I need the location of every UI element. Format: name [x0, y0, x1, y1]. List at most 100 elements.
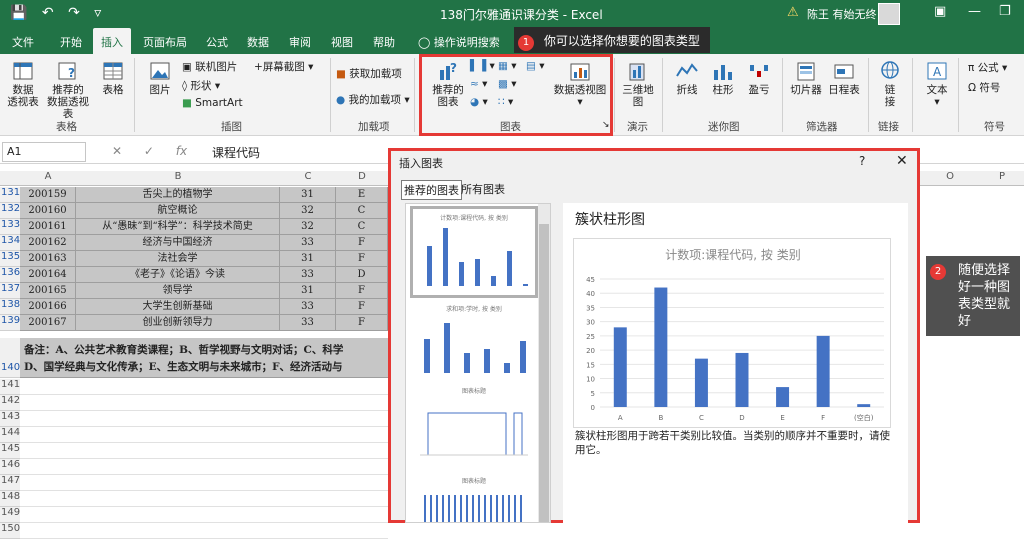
timeline-button[interactable]: 日程表	[826, 60, 862, 96]
cell-course-code[interactable]: 200165	[20, 283, 76, 299]
cell-course-name[interactable]: 创业创新领导力	[76, 315, 280, 331]
formula-input[interactable]: 课程代码	[212, 144, 260, 161]
cell-category[interactable]: C	[336, 219, 388, 235]
row-header[interactable]: 145	[0, 443, 20, 459]
shapes-button[interactable]: ◊ 形状 ▾	[182, 78, 220, 93]
undo-icon[interactable]: ↶	[42, 5, 54, 21]
cell-hours[interactable]: 32	[280, 219, 336, 235]
help-icon[interactable]: ?	[859, 154, 865, 168]
row-header[interactable]: 138	[0, 299, 20, 315]
row-header[interactable]: 135	[0, 251, 20, 267]
cell-hours[interactable]: 33	[280, 235, 336, 251]
thumbnail-line-chart[interactable]: 图表标题	[410, 384, 538, 470]
thumbnail-sum-column[interactable]: 求和项:学时, 按 类别	[410, 302, 538, 382]
name-box[interactable]: A1	[2, 142, 86, 162]
cell-course-name[interactable]: 领导学	[76, 283, 280, 299]
3d-map-button[interactable]: 三维地 图	[620, 60, 656, 108]
column-header-d[interactable]: D	[336, 171, 388, 186]
slicer-button[interactable]: 切片器	[788, 60, 824, 96]
table-button[interactable]: 表格	[98, 60, 128, 96]
row-header[interactable]: 131	[0, 187, 20, 203]
cell-category[interactable]: F	[336, 315, 388, 331]
chart-preview[interactable]: 计数项:课程代码, 按 类别 0 5 10 15 20 25 30 35 40 45 A B C D E F (空…	[573, 238, 891, 428]
minimize-icon[interactable]: —	[968, 4, 981, 19]
row-header[interactable]: 144	[0, 427, 20, 443]
save-icon[interactable]: 💾	[10, 5, 27, 21]
screenshot-button[interactable]: +屏幕截图 ▾	[254, 59, 313, 74]
row-header[interactable]: 133	[0, 219, 20, 235]
cell-course-name[interactable]: 《老子》《论语》今读	[76, 267, 280, 283]
link-button[interactable]: 链 接	[874, 60, 906, 108]
cell-course-code[interactable]: 200164	[20, 267, 76, 283]
row-header[interactable]: 147	[0, 475, 20, 491]
equation-button[interactable]: π 公式 ▾	[968, 60, 1007, 75]
row-header[interactable]: 141	[0, 379, 20, 395]
picture-button[interactable]: 图片	[142, 60, 178, 96]
row-header[interactable]: 148	[0, 491, 20, 507]
text-button[interactable]: A 文本 ▾	[920, 60, 954, 108]
row-header[interactable]: 140	[0, 338, 20, 378]
tab-all-charts[interactable]: 所有图表	[459, 180, 507, 198]
avatar[interactable]	[878, 3, 900, 25]
row-header[interactable]: 146	[0, 459, 20, 475]
tab-review[interactable]: 审阅	[289, 34, 311, 50]
cell-hours[interactable]: 31	[280, 251, 336, 267]
tab-help[interactable]: 帮助	[373, 34, 395, 50]
row-header[interactable]: 150	[0, 523, 20, 539]
tab-insert[interactable]: 插入	[93, 28, 131, 54]
function-icon[interactable]: fx	[176, 144, 187, 158]
online-pictures-button[interactable]: ▣ 联机图片	[182, 59, 237, 74]
my-addins-button[interactable]: ● 我的加载项 ▾	[336, 92, 410, 107]
cell-course-name[interactable]: 经济与中国经济	[76, 235, 280, 251]
sparkline-column-button[interactable]: 柱形	[708, 60, 738, 96]
tab-view[interactable]: 视图	[331, 34, 353, 50]
cell-hours[interactable]: 33	[280, 267, 336, 283]
cell-course-name[interactable]: 舌尖上的植物学	[76, 187, 280, 203]
cell-category[interactable]: C	[336, 203, 388, 219]
column-header-c[interactable]: C	[280, 171, 336, 186]
cell-category[interactable]: D	[336, 267, 388, 283]
recommended-pivot-button[interactable]: ? 推荐的 数据透视表	[42, 60, 94, 120]
row-header[interactable]: 137	[0, 283, 20, 299]
tab-file[interactable]: 文件	[12, 34, 34, 50]
cell-course-code[interactable]: 200160	[20, 203, 76, 219]
cell-category[interactable]: F	[336, 235, 388, 251]
thumbnail-stacked-chart[interactable]: 图表标题	[410, 474, 538, 522]
cell-course-name[interactable]: 从“愚昧”到“科学”：科学技术简史	[76, 219, 280, 235]
row-header[interactable]: 143	[0, 411, 20, 427]
cell-category[interactable]: F	[336, 299, 388, 315]
select-all-corner[interactable]	[0, 171, 20, 186]
row-header[interactable]: 142	[0, 395, 20, 411]
cell-course-code[interactable]: 200163	[20, 251, 76, 267]
cell-hours[interactable]: 32	[280, 203, 336, 219]
cell-hours[interactable]: 31	[280, 187, 336, 203]
tab-home[interactable]: 开始	[60, 34, 82, 50]
redo-icon[interactable]: ↷	[68, 5, 80, 21]
thumbnail-clustered-column[interactable]: 计数项:课程代码, 按 类别	[410, 206, 538, 298]
cell-hours[interactable]: 31	[280, 283, 336, 299]
column-header-a[interactable]: A	[20, 171, 76, 186]
cell-category[interactable]: F	[336, 283, 388, 299]
row-header[interactable]: 134	[0, 235, 20, 251]
cell-course-code[interactable]: 200162	[20, 235, 76, 251]
row-header[interactable]: 139	[0, 315, 20, 331]
sparkline-line-button[interactable]: 折线	[672, 60, 702, 96]
cell-course-name[interactable]: 法社会学	[76, 251, 280, 267]
pivot-table-button[interactable]: 数据 透视表	[6, 60, 40, 108]
tell-me-search[interactable]: ◯ 操作说明搜索	[418, 34, 500, 50]
column-header-b[interactable]: B	[76, 171, 280, 186]
column-header-p[interactable]: P	[980, 171, 1024, 186]
user-name[interactable]: 陈王 有始无终	[807, 6, 877, 22]
cell-course-name[interactable]: 航空概论	[76, 203, 280, 219]
symbol-button[interactable]: Ω 符号	[968, 80, 1000, 95]
cell-course-name[interactable]: 大学生创新基础	[76, 299, 280, 315]
cell-course-code[interactable]: 200166	[20, 299, 76, 315]
thumbnail-scrollbar[interactable]	[538, 204, 550, 522]
get-addins-button[interactable]: ■ 获取加载项	[336, 66, 402, 81]
cell-course-code[interactable]: 200159	[20, 187, 76, 203]
cell-category[interactable]: E	[336, 187, 388, 203]
row-header[interactable]: 132	[0, 203, 20, 219]
close-icon[interactable]: ✕	[896, 153, 908, 169]
scrollbar-thumb[interactable]	[539, 224, 549, 522]
cell-course-code[interactable]: 200161	[20, 219, 76, 235]
